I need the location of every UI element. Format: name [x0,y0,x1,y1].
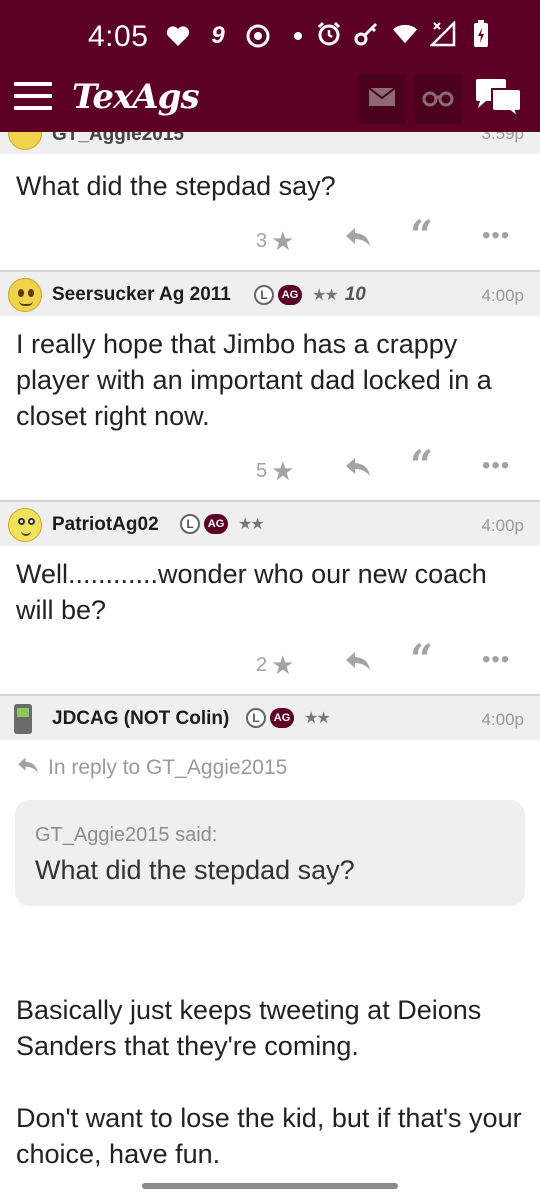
app-header: TexAgs [0,66,540,132]
status-bar: 4:05 9 [0,0,540,66]
post-username[interactable]: GT_Aggie2015 [52,132,184,146]
reply-arrow-icon [344,226,372,254]
ten-badge: 10 [344,284,366,305]
thread-content[interactable]: GT_Aggie2015 3:59p What did the stepdad … [0,132,540,1182]
post-time: 3:59p [481,132,524,143]
quote-source[interactable]: GT_Aggie2015 said: [35,824,505,847]
forums-button[interactable] [470,74,528,124]
star-count: 3 [256,230,268,252]
lifetime-badge: L [254,285,274,305]
reply-to-link[interactable]: In reply to GT_Aggie2015 [0,740,540,780]
rank-stars-icon: ★★ [304,710,331,727]
lifetime-badge: L [246,708,266,728]
chrome-icon [245,22,271,50]
rank-stars-icon: ★★ [312,287,339,304]
user-badges: L AG ★★ [246,708,331,728]
reply-arrow-icon [16,756,40,780]
ag-badge: AG [278,285,302,305]
site-logo[interactable]: TexAgs [72,77,200,117]
status-time: 4:05 [88,20,149,53]
ag-badge: AG [204,514,228,534]
reply-to-text: In reply to GT_Aggie2015 [48,756,288,779]
wifi-icon [392,20,418,48]
user-badges: L AG ★★ 10 [254,284,366,306]
quote-icon: “ [410,636,434,683]
post-body: Well............wonder who our new coach… [16,559,487,625]
star-count: 5 [256,460,268,482]
post-time: 4:00p [481,516,524,535]
post-username[interactable]: Seersucker Ag 2011 [52,284,231,306]
post-header: PatriotAg02 L AG ★★ 4:00p [0,500,540,546]
reply-button[interactable] [344,650,372,678]
post-body: What did the stepdad say? [16,171,336,201]
nine-app-icon: 9 [211,22,225,49]
star-button[interactable]: 5 ★ [256,456,294,487]
post-username[interactable]: JDCAG (NOT Colin) [52,708,229,730]
star-icon: ★ [271,226,295,256]
watch-threads-button[interactable] [414,74,462,124]
quote-box: GT_Aggie2015 said: What did the stepdad … [15,800,525,906]
post-time: 4:00p [481,710,524,729]
menu-icon[interactable] [14,82,52,114]
binoculars-icon [422,87,454,112]
star-count: 2 [256,654,268,676]
reply-arrow-icon [344,456,372,484]
post-paragraph: Basically just keeps tweeting at Deions … [16,995,482,1061]
avatar[interactable] [8,278,42,312]
post-actions: 2 ★ “ ••• [0,628,540,694]
user-badges: L AG ★★ [180,514,265,534]
quote-button[interactable]: “ [410,446,433,486]
key-icon [354,20,380,48]
quote-icon: “ [410,442,434,489]
star-icon: ★ [271,456,295,486]
more-dots-icon: ••• [482,646,511,673]
post-username[interactable]: PatriotAg02 [52,514,159,536]
post-header: Seersucker Ag 2011 L AG ★★ 10 4:00p [0,270,540,316]
quote-button[interactable]: “ [410,216,433,256]
post-time: 4:00p [481,286,524,305]
star-icon: ★ [271,650,295,680]
star-button[interactable]: 3 ★ [256,226,294,257]
reply-button[interactable] [344,456,372,484]
reply-arrow-icon [344,650,372,678]
more-dots-icon: ••• [482,452,511,479]
quote-text: What did the stepdad say? [35,855,355,885]
reply-button[interactable] [344,226,372,254]
post-header: JDCAG (NOT Colin) L AG ★★ 4:00p [0,694,540,740]
more-dots-icon: ••• [482,222,511,249]
status-right-icons [316,20,494,48]
avatar[interactable] [8,508,42,542]
post-actions: 5 ★ “ ••• [0,434,540,500]
alarm-icon [316,20,342,48]
envelope-icon [368,86,396,112]
post-header: GT_Aggie2015 3:59p [0,132,540,154]
chat-bubbles-icon [474,77,524,122]
battery-charging-icon [468,20,494,48]
more-button[interactable]: ••• [482,452,510,480]
post-actions: 3 ★ “ ••• [0,204,540,270]
messages-button[interactable] [358,74,406,124]
lifetime-badge: L [180,514,200,534]
rank-stars-icon: ★★ [238,516,265,533]
dot-icon [285,22,311,50]
status-left-icons: 9 [165,22,311,50]
heart-icon [165,22,191,50]
post-paragraph: Don't want to lose the kid, but if that'… [16,1103,522,1169]
more-button[interactable]: ••• [482,646,510,674]
post-body: I really hope that Jimbo has a crappy pl… [16,329,492,431]
home-indicator[interactable] [142,1183,398,1189]
more-button[interactable]: ••• [482,222,510,250]
avatar[interactable] [8,132,42,150]
no-signal-icon [430,20,456,48]
quote-icon: “ [410,212,434,259]
quote-button[interactable]: “ [410,640,433,680]
ag-badge: AG [270,708,294,728]
avatar[interactable] [14,704,32,734]
star-button[interactable]: 2 ★ [256,650,294,681]
